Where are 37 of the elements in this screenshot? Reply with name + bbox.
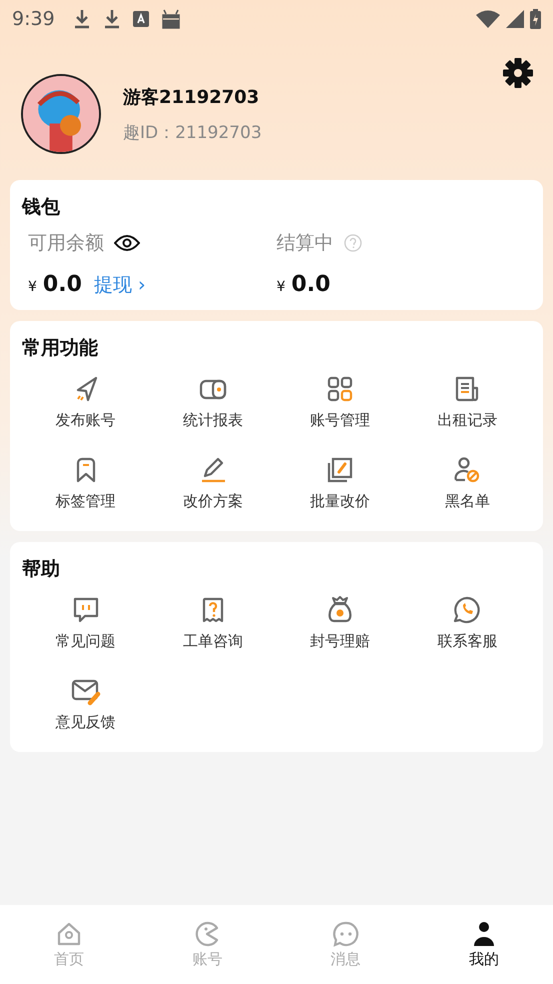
signal-icon bbox=[506, 10, 524, 28]
eye-icon[interactable] bbox=[114, 234, 140, 252]
feature-button[interactable]: 联系客服 bbox=[404, 594, 531, 651]
section-title: 帮助 bbox=[22, 557, 61, 582]
chat-icon bbox=[332, 920, 360, 948]
feature-button[interactable]: 改价方案 bbox=[149, 454, 276, 511]
feature-button[interactable]: 批量改价 bbox=[276, 454, 404, 511]
feature-button[interactable]: 出租记录 bbox=[404, 373, 531, 430]
feature-button[interactable]: 工单咨询 bbox=[149, 594, 276, 651]
app-notification-icon bbox=[132, 11, 149, 27]
status-time: 9:39 bbox=[12, 8, 55, 30]
balance-label: 可用余额 bbox=[28, 231, 104, 256]
download-icon bbox=[102, 9, 121, 29]
feature-button[interactable]: 意见反馈 bbox=[22, 675, 150, 732]
feature-button[interactable]: 账号管理 bbox=[276, 373, 404, 430]
settling-label: 结算中 bbox=[276, 231, 334, 256]
user-name: 游客21192703 bbox=[123, 86, 260, 108]
android-icon bbox=[160, 9, 181, 29]
feature-button[interactable]: 黑名单 bbox=[404, 454, 531, 511]
feature-button[interactable]: 封号理赔 bbox=[276, 594, 404, 651]
currency-symbol: ¥ bbox=[276, 279, 286, 295]
currency-symbol: ¥ bbox=[28, 279, 37, 295]
user-id: 趣ID：21192703 bbox=[123, 122, 262, 144]
nav-tab[interactable]: 我的 bbox=[414, 905, 553, 984]
balance-amount: 0.0 bbox=[42, 272, 82, 297]
feature-button[interactable]: 统计报表 bbox=[149, 373, 276, 430]
wifi-icon bbox=[476, 10, 500, 28]
feature-button[interactable]: 发布账号 bbox=[22, 373, 150, 430]
withdraw-link[interactable]: 提现 › bbox=[94, 272, 146, 298]
section-title: 钱包 bbox=[22, 195, 61, 220]
settling-amount: 0.0 bbox=[291, 272, 330, 297]
section-title: 常用功能 bbox=[22, 336, 99, 361]
feature-button[interactable]: 标签管理 bbox=[22, 454, 150, 511]
feature-button[interactable]: 常见问题 bbox=[22, 594, 150, 651]
download-icon bbox=[72, 9, 91, 29]
settings-icon[interactable] bbox=[503, 58, 533, 88]
battery-icon bbox=[530, 9, 541, 29]
